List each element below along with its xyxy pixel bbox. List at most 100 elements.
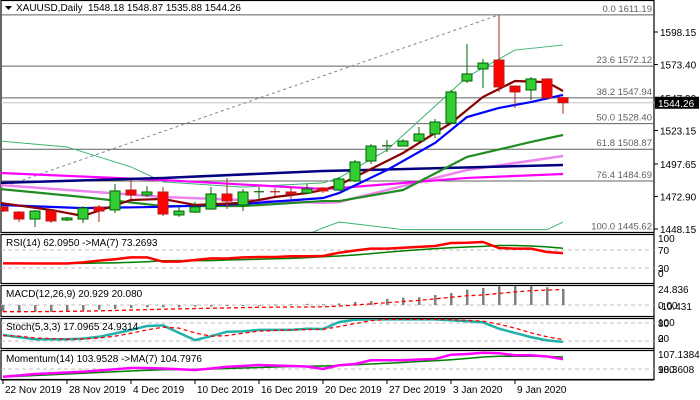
candle-body <box>141 191 153 196</box>
candle-body <box>509 85 521 93</box>
price-tick-label: 1497.65 <box>660 160 697 171</box>
macd-histogram-bar <box>418 297 421 305</box>
candle-body <box>157 191 169 215</box>
macd-histogram-bar <box>178 305 181 308</box>
price-tick-label: 1573.40 <box>660 60 697 71</box>
macd-histogram-bar <box>98 305 101 310</box>
candle-body <box>397 140 409 147</box>
stoch-tick-label: 80 <box>658 319 670 330</box>
bullish-candle[interactable] <box>365 144 377 165</box>
candle-body <box>493 59 505 88</box>
price-tick-label: 1472.90 <box>660 192 697 203</box>
time-tick-label: 22 Nov 2019 <box>5 385 62 396</box>
macd-histogram-bar <box>210 305 213 307</box>
candle-body <box>429 121 441 135</box>
macd-histogram-bar <box>530 286 533 305</box>
macd-histogram-bar <box>226 305 229 306</box>
candle-body <box>333 178 345 191</box>
macd-histogram-bar <box>306 303 309 305</box>
macd-tick-label: 24.836 <box>658 285 689 296</box>
candle-body <box>93 206 105 212</box>
fib-level-label: 0.0 1611.19 <box>603 4 652 15</box>
time-tick-label: 10 Dec 2019 <box>197 385 254 396</box>
fib-level-label: 50.0 1528.40 <box>597 113 652 124</box>
candle-body <box>125 189 137 196</box>
candle-body <box>61 217 73 221</box>
candle-body <box>317 187 329 192</box>
fib-level-label: 38.2 1547.94 <box>597 87 652 98</box>
time-tick-label: 20 Dec 2019 <box>325 385 382 396</box>
macd-histogram-bar <box>66 305 69 312</box>
macd-histogram-bar <box>2 305 5 312</box>
bullish-candle[interactable] <box>349 159 361 183</box>
macd-histogram-bar <box>482 288 485 305</box>
macd-histogram-bar <box>386 298 389 305</box>
candle-body <box>445 91 457 124</box>
trading-chart[interactable]: 0.0 1611.19 23.6 1572.12 38.2 1547.94 50.0 … <box>0 0 700 400</box>
price-tick-label: 1598.15 <box>660 28 697 39</box>
macd-histogram-bar <box>146 305 149 308</box>
rsi-tick-label: 70 <box>658 246 670 257</box>
bullish-candle[interactable] <box>445 89 457 124</box>
price-tick-label: 1523.15 <box>660 126 697 137</box>
macd-title: MACD(12,26,9) 20.929 20.080 <box>6 289 143 300</box>
candle-body <box>525 78 537 91</box>
time-tick-label: 3 Jan 2020 <box>453 385 503 396</box>
macd-histogram-bar <box>450 292 453 305</box>
macd-histogram-bar <box>130 305 133 309</box>
macd-histogram-bar <box>18 305 21 312</box>
bullish-candle[interactable] <box>333 177 345 191</box>
rsi-tick-label: 100 <box>658 234 675 245</box>
fib-level-label: 61.8 1508.87 <box>597 138 652 149</box>
macd-tick-label: -10.431 <box>658 302 692 313</box>
bearish-candle[interactable] <box>541 78 553 99</box>
macd-histogram-bar <box>290 304 293 306</box>
candle-body <box>237 191 249 206</box>
ohlc-label: 1548.18 1548.87 1535.88 1544.26 <box>88 3 241 14</box>
candle-body <box>1 206 9 212</box>
candle-body <box>29 210 41 220</box>
rsi-title: RSI(14) 62.0950 ->MA(7) 73.2693 <box>6 238 158 249</box>
candle-body <box>45 210 57 222</box>
macd-histogram-bar <box>82 305 85 311</box>
candle-body <box>109 190 121 211</box>
momentum-tick-label: 98.3608 <box>658 365 695 376</box>
time-tick-label: 16 Dec 2019 <box>261 385 318 396</box>
macd-histogram-bar <box>34 305 37 312</box>
fib-level-label: 23.6 1572.12 <box>597 55 652 66</box>
rsi-tick-label: 0 <box>658 269 664 280</box>
macd-histogram-bar <box>466 289 469 305</box>
macd-histogram-bar <box>162 305 165 308</box>
macd-histogram-bar <box>338 303 341 305</box>
symbol-label: XAUUSD,Daily <box>16 3 83 14</box>
time-tick-label: 9 Jan 2020 <box>517 385 567 396</box>
macd-histogram-bar <box>514 286 517 305</box>
momentum-title: Momentum(14) 103.9528 ->MA(7) 104.7976 <box>6 354 202 365</box>
momentum-tick-label: 107.1384 <box>658 350 700 361</box>
bearish-candle[interactable] <box>45 209 57 223</box>
candle-body <box>365 145 377 162</box>
candle-body <box>541 78 553 99</box>
candle-body <box>461 73 473 82</box>
candle-body <box>285 191 297 195</box>
candle-body <box>413 133 425 142</box>
macd-histogram-bar <box>274 304 277 306</box>
fib-level-label: 100.0 1445.62 <box>591 221 652 232</box>
candle-body <box>349 161 361 182</box>
time-tick-label: 28 Nov 2019 <box>69 385 126 396</box>
candle-body <box>77 207 89 220</box>
stoch-tick-label: 0 <box>658 334 664 345</box>
macd-histogram-bar <box>434 294 437 305</box>
macd-histogram-bar <box>114 305 117 309</box>
macd-histogram-bar <box>546 287 549 305</box>
time-tick-label: 27 Dec 2019 <box>389 385 446 396</box>
macd-histogram-bar <box>258 305 261 306</box>
bullish-candle[interactable] <box>61 216 73 222</box>
macd-histogram-bar <box>242 305 245 306</box>
fib-level-label: 76.4 1484.69 <box>597 170 652 181</box>
time-tick-label: 4 Dec 2019 <box>133 385 185 396</box>
current-price-label: 1544.26 <box>658 99 695 110</box>
macd-histogram-bar <box>194 305 197 307</box>
candle-body <box>13 211 25 220</box>
macd-histogram-bar <box>562 288 565 305</box>
